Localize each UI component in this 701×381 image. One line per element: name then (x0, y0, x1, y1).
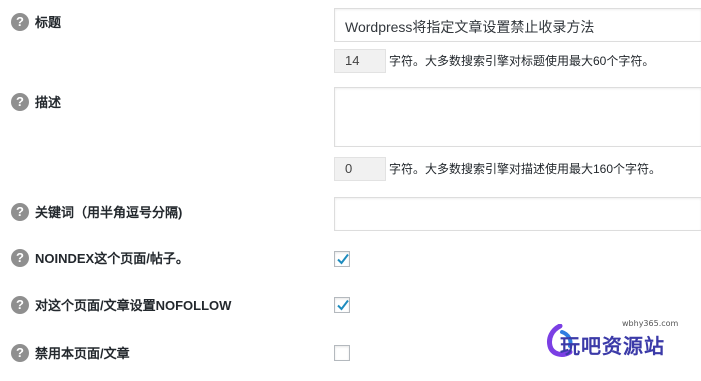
help-icon[interactable]: ? (11, 92, 29, 111)
description-textarea[interactable] (334, 87, 701, 147)
title-input-value: Wordpress将指定文章设置禁止收录方法 (345, 19, 595, 35)
disable-checkbox[interactable] (334, 345, 350, 361)
description-label-text: 描述 (35, 95, 62, 110)
disable-label-text: 禁用本页面/文章 (35, 346, 130, 361)
watermark-url: wbhy365.com (622, 319, 679, 328)
disable-label: ? 禁用本页面/文章 (11, 343, 130, 362)
title-label: ? 标题 (11, 12, 61, 31)
help-icon[interactable]: ? (11, 295, 29, 314)
keywords-input[interactable] (334, 197, 701, 231)
watermark-logo: wbhy365.com 玩吧资源站 (546, 318, 696, 364)
noindex-checkbox[interactable] (334, 251, 350, 267)
description-char-hint: 字符。大多数搜索引擎对描述使用最大160个字符。 (389, 162, 662, 176)
checkmark-icon (337, 253, 349, 265)
title-char-hint: 字符。大多数搜索引擎对标题使用最大60个字符。 (389, 54, 655, 68)
title-input[interactable]: Wordpress将指定文章设置禁止收录方法 (334, 8, 701, 42)
checkmark-icon (337, 299, 349, 311)
noindex-label-text: NOINDEX这个页面/帖子。 (35, 251, 189, 266)
title-label-text: 标题 (35, 15, 62, 30)
nofollow-label-text: 对这个页面/文章设置NOFOLLOW (35, 298, 232, 313)
help-icon[interactable]: ? (11, 12, 29, 31)
help-icon[interactable]: ? (11, 343, 29, 362)
noindex-label: ? NOINDEX这个页面/帖子。 (11, 248, 189, 267)
description-label: ? 描述 (11, 92, 61, 111)
keywords-label-text: 关键词（用半角逗号分隔) (35, 205, 183, 220)
description-char-counter: 0 (334, 157, 386, 181)
title-char-counter: 14 (334, 49, 386, 73)
help-icon[interactable]: ? (11, 248, 29, 267)
watermark-text: 玩吧资源站 (560, 334, 665, 358)
nofollow-checkbox[interactable] (334, 297, 350, 313)
keywords-label: ? 关键词（用半角逗号分隔) (11, 202, 182, 221)
help-icon[interactable]: ? (11, 202, 29, 221)
nofollow-label: ? 对这个页面/文章设置NOFOLLOW (11, 295, 231, 314)
